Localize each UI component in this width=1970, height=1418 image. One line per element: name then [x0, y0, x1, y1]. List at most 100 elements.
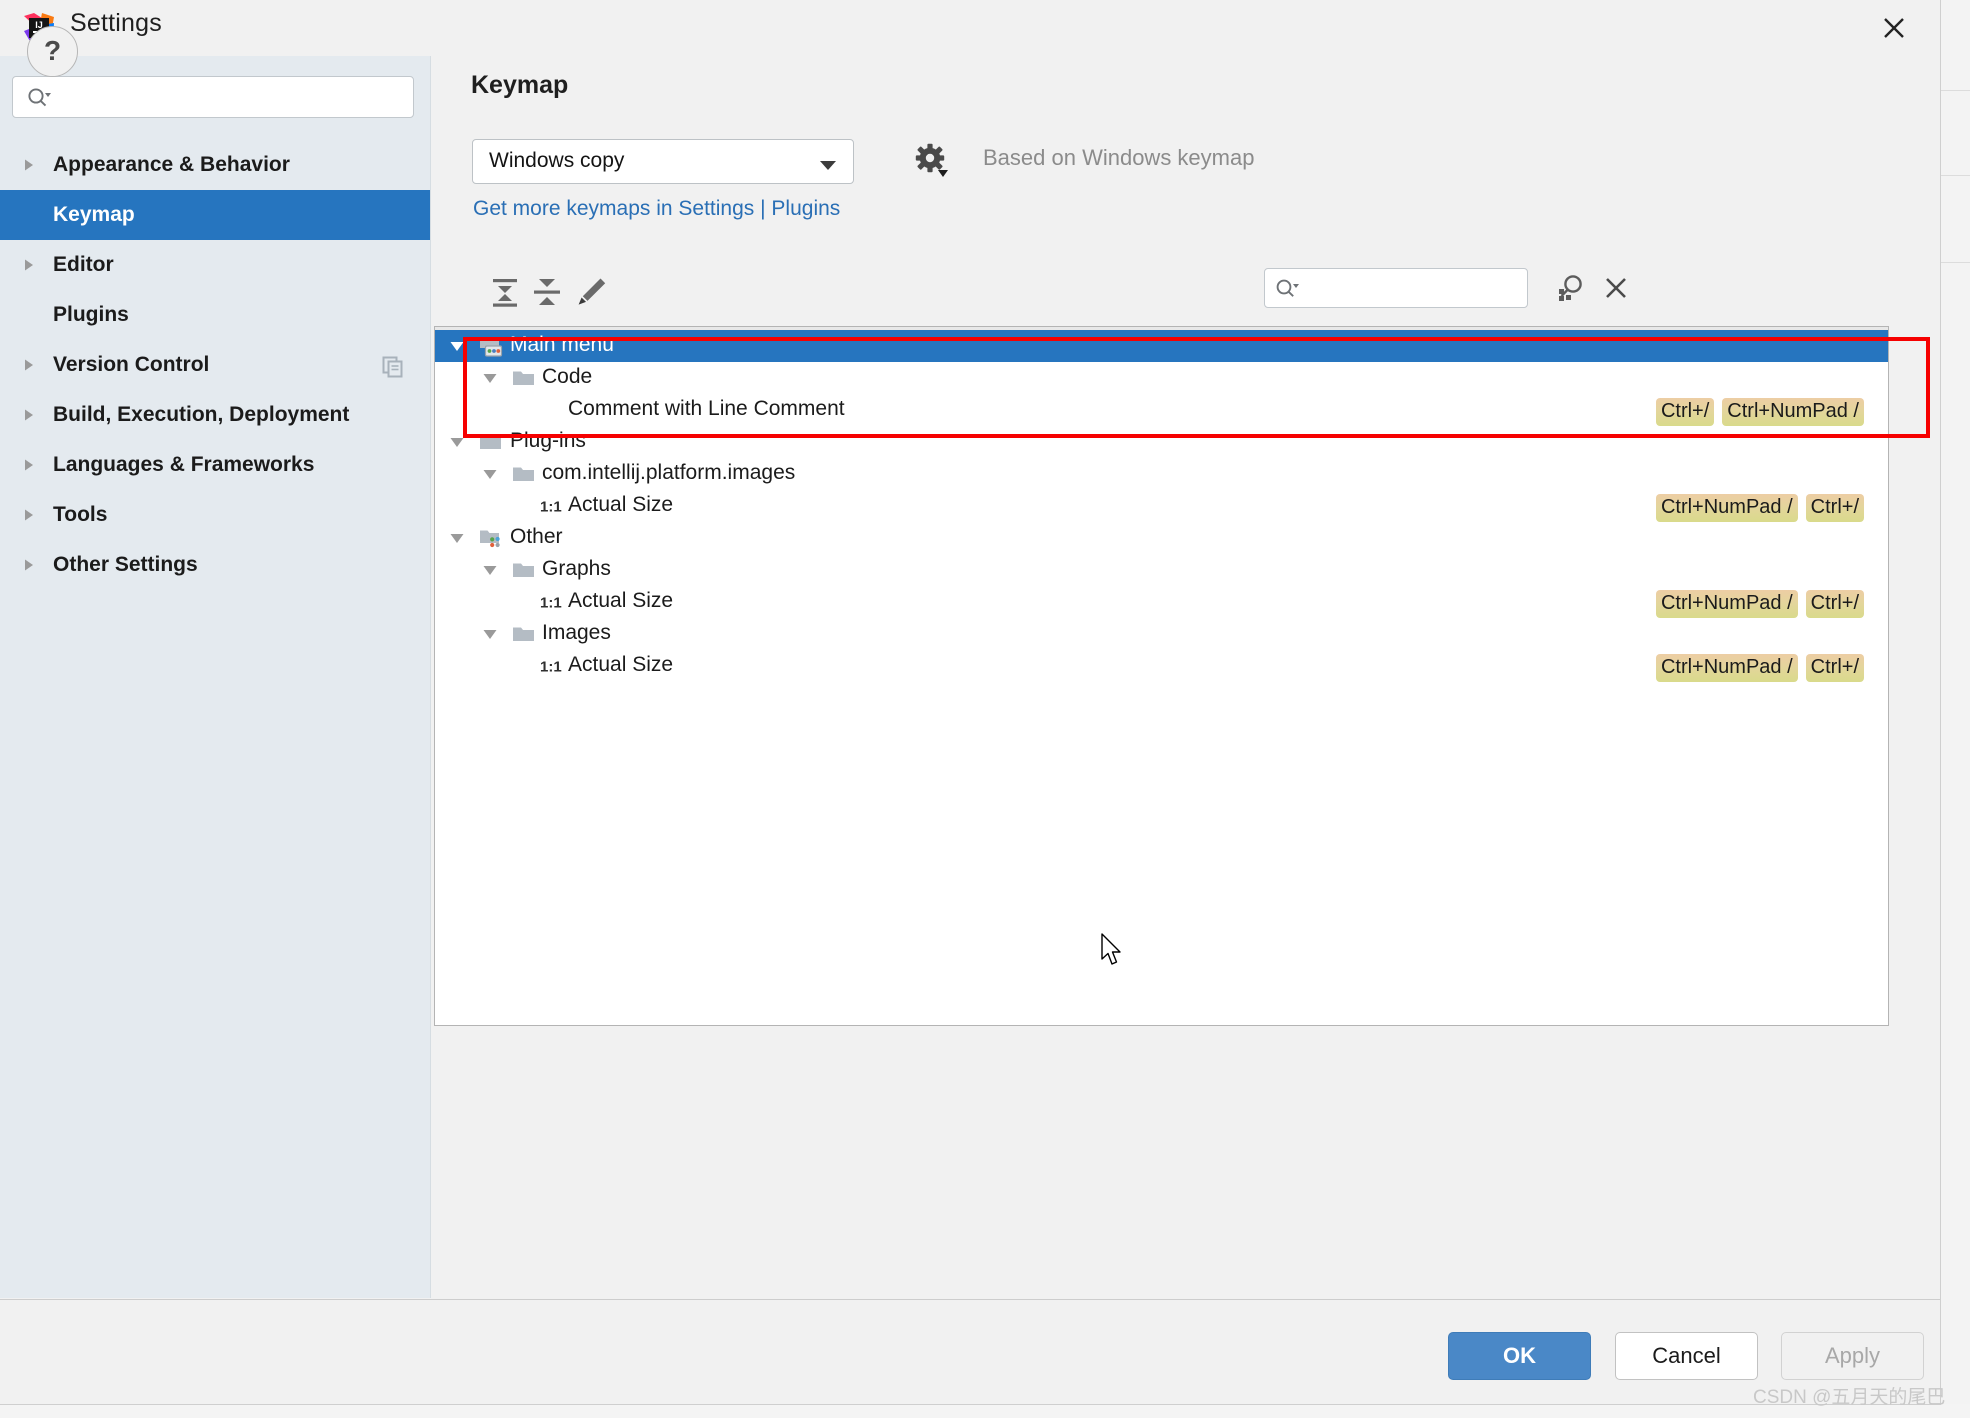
other-folder-icon [479, 528, 501, 548]
sidebar-item-tools[interactable]: Tools [0, 490, 430, 540]
tree-row-label: com.intellij.platform.images [542, 461, 796, 484]
tree-row[interactable]: Main menu [435, 330, 1888, 362]
keymap-select[interactable]: Windows copy [472, 139, 854, 184]
chevron-right-icon[interactable] [22, 458, 36, 472]
chevron-right-icon[interactable] [22, 408, 36, 422]
copy-icon[interactable] [382, 356, 404, 383]
shortcut-badge: Ctrl+/ [1805, 494, 1864, 522]
help-button-label: ? [43, 35, 62, 66]
ok-button[interactable]: OK [1448, 1332, 1591, 1380]
chevron-down-icon[interactable] [482, 467, 497, 481]
actual-size-icon: 1:1 [539, 656, 562, 676]
sidebar-item-label: Version Control [53, 353, 210, 376]
chevron-right-icon[interactable] [22, 558, 36, 572]
shortcut-badges: Ctrl+/Ctrl+NumPad / [1655, 398, 1864, 426]
shortcut-badges: Ctrl+NumPad / Ctrl+/ [1655, 590, 1864, 618]
sidebar-item-label: Other Settings [53, 553, 198, 576]
sidebar-item-plugins[interactable]: Plugins [0, 290, 430, 340]
keymap-search-input[interactable] [1307, 269, 1521, 309]
tree-row-label: Comment with Line Comment [568, 397, 845, 420]
clear-search-icon[interactable] [1599, 270, 1633, 306]
sidebar-item-label: Appearance & Behavior [53, 153, 290, 176]
keymap-main-pane: Keymap Windows copy Based on Windows key… [431, 56, 1940, 1298]
chevron-down-icon[interactable] [482, 563, 497, 577]
tree-row[interactable]: 1:1 Actual Size Ctrl+NumPad / Ctrl+/ [435, 586, 1888, 618]
get-more-keymaps-link[interactable]: Get more keymaps in Settings | Plugins [473, 197, 840, 221]
chevron-down-icon[interactable] [482, 371, 497, 385]
pencil-edit-icon[interactable] [571, 272, 611, 312]
shortcut-badge: Ctrl+NumPad / [1655, 494, 1798, 522]
shortcut-badge: Ctrl+NumPad / [1655, 654, 1798, 682]
folder-icon [512, 464, 534, 484]
chevron-right-icon[interactable] [22, 508, 36, 522]
menu-folder-icon [479, 336, 503, 357]
tree-row-label: Actual Size [568, 653, 674, 676]
tree-row-label: Images [542, 621, 611, 644]
folder-icon [512, 624, 534, 644]
tree-row[interactable]: Comment with Line Comment Ctrl+/Ctrl+NumP… [435, 394, 1888, 426]
shortcut-badge: Ctrl+NumPad / [1722, 398, 1864, 426]
tree-row[interactable]: com.intellij.platform.images [435, 458, 1888, 490]
settings-dialog: IJ Settings Appearance & Behavior Keymap… [0, 0, 1940, 1404]
chevron-down-icon [819, 158, 837, 176]
keymap-settings-gear-button[interactable] [911, 140, 953, 182]
shortcut-badge: Ctrl+/ [1805, 654, 1864, 682]
actual-size-icon: 1:1 [539, 592, 562, 612]
sidebar-item-version-control[interactable]: Version Control [0, 340, 430, 390]
tree-row[interactable]: Images [435, 618, 1888, 650]
chevron-down-icon[interactable] [449, 435, 464, 449]
chevron-right-icon[interactable] [22, 258, 36, 272]
sidebar-item-label: Languages & Frameworks [53, 453, 315, 476]
shortcut-badges: Ctrl+NumPad / Ctrl+/ [1655, 654, 1864, 682]
shortcut-badge: Ctrl+NumPad / [1655, 590, 1798, 618]
keymap-tree-rows: Main menu Code Comment with Line Comment Ct… [435, 330, 1888, 682]
settings-search-field[interactable] [12, 76, 414, 119]
actual-size-icon: 1:1 [539, 496, 562, 516]
tree-row-label: Graphs [542, 557, 611, 580]
keymap-based-on-label: Based on Windows keymap [983, 145, 1255, 170]
tree-row[interactable]: 1:1 Actual Size Ctrl+NumPad / Ctrl+/ [435, 650, 1888, 682]
sidebar-item-editor[interactable]: Editor [0, 240, 430, 290]
tree-row[interactable]: Code [435, 362, 1888, 394]
settings-search-input[interactable] [63, 77, 407, 119]
tree-row-label: Code [542, 365, 593, 388]
chevron-right-icon[interactable] [22, 358, 36, 372]
sidebar-item-keymap[interactable]: Keymap [0, 190, 430, 240]
chevron-down-icon[interactable] [482, 627, 497, 641]
collapse-all-icon[interactable] [527, 272, 567, 312]
help-button[interactable]: ? [27, 26, 78, 77]
keymap-search-field[interactable] [1264, 268, 1528, 309]
svg-text:1:1: 1:1 [540, 595, 562, 612]
close-icon[interactable] [1872, 8, 1916, 48]
tree-row[interactable]: Plug-ins [435, 426, 1888, 458]
tree-row-label: Actual Size [568, 589, 674, 612]
sidebar-item-languages-frameworks[interactable]: Languages & Frameworks [0, 440, 430, 490]
shortcut-badges: Ctrl+NumPad / Ctrl+/ [1655, 494, 1864, 522]
sidebar-item-other-settings[interactable]: Other Settings [0, 540, 430, 590]
title-bar: IJ Settings [0, 0, 1940, 56]
tree-row[interactable]: Other [435, 522, 1888, 554]
settings-dialog-screen: IJ Settings Appearance & Behavior Keymap… [0, 0, 1970, 1418]
window-title: Settings [70, 9, 162, 37]
folder-icon [512, 368, 534, 388]
keymap-tree-toolbar [459, 266, 1919, 320]
expand-all-icon[interactable] [485, 272, 525, 312]
keymap-tree-panel: Main menu Code Comment with Line Comment Ct… [434, 326, 1889, 1026]
sidebar-item-appearance-behavior[interactable]: Appearance & Behavior [0, 140, 430, 190]
tree-row-label: Actual Size [568, 493, 674, 516]
tree-row-label: Other [510, 525, 563, 548]
apply-button: Apply [1781, 1332, 1924, 1380]
sidebar-item-label: Build, Execution, Deployment [53, 403, 350, 426]
tree-row[interactable]: Graphs [435, 554, 1888, 586]
tree-row[interactable]: 1:1 Actual Size Ctrl+NumPad / Ctrl+/ [435, 490, 1888, 522]
chevron-down-icon[interactable] [449, 531, 464, 545]
find-by-shortcut-icon[interactable] [1551, 270, 1587, 306]
watermark: CSDN @五月天的尾巴 [1753, 1387, 1946, 1408]
chevron-down-icon[interactable] [449, 339, 464, 353]
cancel-button[interactable]: Cancel [1615, 1332, 1758, 1380]
sidebar-item-label: Tools [53, 503, 108, 526]
chevron-right-icon[interactable] [22, 158, 36, 172]
search-dropdown-icon [1275, 277, 1301, 306]
sidebar-item-build-execution-deployment[interactable]: Build, Execution, Deployment [0, 390, 430, 440]
settings-sidebar-list: Appearance & Behavior Keymap Editor Plugins… [0, 140, 430, 590]
